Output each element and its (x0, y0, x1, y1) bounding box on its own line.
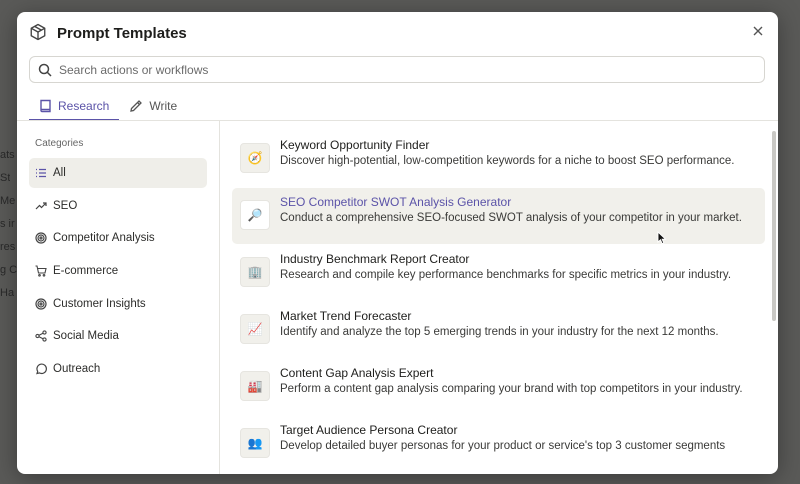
template-item[interactable]: 🔎 SEO Competitor SWOT Analysis Generator… (232, 188, 765, 244)
template-item[interactable]: 📈 Market Trend Forecaster Identify and a… (232, 302, 765, 358)
backdrop-text: Ha (0, 287, 15, 299)
chart-icon: 📈 (240, 314, 270, 344)
category-seo[interactable]: SEO (29, 191, 207, 221)
search-box[interactable] (29, 56, 765, 83)
backdrop-text: s ir (0, 218, 15, 230)
template-item[interactable]: 👥 Target Audience Persona Creator Develo… (232, 416, 765, 472)
backdrop-text: g C (0, 264, 18, 276)
factory-icon: 🏭 (240, 371, 270, 401)
sidebar-heading: Categories (35, 138, 84, 149)
modal-title: Prompt Templates (57, 24, 187, 42)
template-description: Conduct a comprehensive SEO-focused SWOT… (280, 212, 742, 224)
tab-bar: Research Write (29, 92, 187, 121)
target-icon (35, 232, 47, 244)
category-label: Competitor Analysis (53, 232, 155, 245)
category-all[interactable]: All (29, 158, 207, 188)
tab-write[interactable]: Write (119, 92, 187, 120)
template-item[interactable]: 🏭 Content Gap Analysis Expert Perform a … (232, 359, 765, 415)
search-icon (38, 63, 52, 77)
scrollbar[interactable] (772, 131, 776, 321)
share-icon (35, 330, 47, 343)
template-item[interactable]: 🧭 Keyword Opportunity Finder Discover hi… (232, 131, 765, 187)
cart-icon (35, 265, 47, 277)
backdrop-text: ats (0, 149, 15, 161)
category-customer-insights[interactable]: Customer Insights (29, 289, 207, 319)
category-outreach[interactable]: Outreach (29, 354, 207, 384)
close-button[interactable] (750, 23, 766, 39)
category-list: All SEO Competitor Analysis E-commerce C… (29, 158, 207, 387)
box-icon (29, 23, 49, 43)
list-icon (36, 168, 46, 178)
template-description: Develop detailed buyer personas for your… (280, 440, 726, 452)
template-title: Market Trend Forecaster (280, 309, 412, 323)
template-description: Perform a content gap analysis comparing… (280, 383, 743, 395)
pencil-icon (130, 100, 143, 112)
category-label: Customer Insights (53, 297, 146, 310)
template-description: Research and compile key performance ben… (280, 269, 732, 281)
mouse-cursor-icon (657, 231, 667, 245)
template-list: 🧭 Keyword Opportunity Finder Discover hi… (221, 121, 778, 474)
template-title: Keyword Opportunity Finder (280, 138, 430, 152)
category-label: All (53, 167, 66, 179)
tab-research[interactable]: Research (29, 92, 120, 121)
template-title: SEO Competitor SWOT Analysis Generator (280, 195, 512, 209)
chat-icon (36, 363, 47, 375)
category-e-commerce[interactable]: E-commerce (29, 256, 207, 286)
backdrop-text: Me (0, 195, 16, 207)
tab-label: Write (149, 99, 178, 113)
category-label: Social Media (53, 330, 119, 343)
tab-label: Research (58, 99, 110, 113)
category-label: E-commerce (53, 265, 119, 278)
template-title: Target Audience Persona Creator (280, 423, 458, 437)
category-label: Outreach (53, 363, 101, 376)
category-competitor-analysis[interactable]: Competitor Analysis (29, 223, 207, 253)
target-icon (35, 298, 47, 310)
template-title: Content Gap Analysis Expert (280, 366, 434, 380)
category-social-media[interactable]: Social Media (29, 321, 207, 351)
people-icon: 👥 (240, 428, 270, 458)
backdrop-text: St (0, 172, 11, 184)
book-icon (40, 99, 51, 113)
template-title: Industry Benchmark Report Creator (280, 252, 470, 266)
modal-header: Prompt Templates (17, 12, 778, 54)
category-sidebar: Categories All SEO Competitor Analysis E… (17, 121, 220, 474)
backdrop-text: res (0, 241, 16, 253)
template-description: Identify and analyze the top 5 emerging … (280, 326, 719, 338)
magnifier-icon: 🔎 (240, 200, 270, 230)
compass-icon: 🧭 (240, 143, 270, 173)
building-icon: 🏢 (240, 257, 270, 287)
trend-icon (35, 202, 47, 210)
template-item[interactable]: 🏢 Industry Benchmark Report Creator Rese… (232, 245, 765, 301)
template-description: Discover high-potential, low-competition… (280, 155, 735, 167)
close-icon (753, 26, 763, 36)
search-input[interactable] (59, 62, 764, 77)
category-label: SEO (53, 199, 78, 212)
